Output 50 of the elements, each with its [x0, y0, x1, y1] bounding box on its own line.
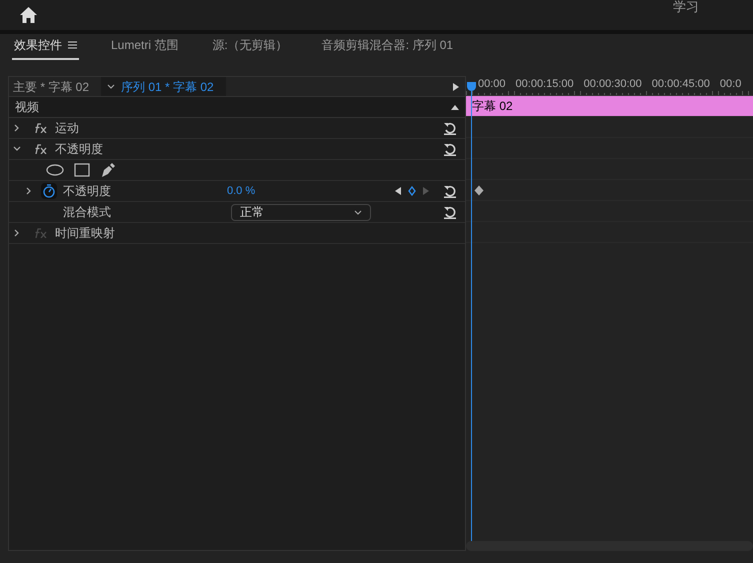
caret-icon [354, 210, 362, 214]
ruler-label: 00:00 [478, 76, 506, 92]
master-clip-label[interactable]: 主要 * 字幕 02 [9, 78, 101, 96]
menu-icon[interactable] [68, 41, 77, 49]
fx-icon[interactable] [33, 123, 47, 133]
reset-icon[interactable] [443, 184, 457, 198]
tab-label: 源:（无剪辑） [212, 37, 288, 54]
reset-icon[interactable] [443, 142, 457, 156]
time-ruler[interactable]: 00:00 00:00:15:00 00:00:30:00 00:00:45:00 00:0 [466, 76, 753, 96]
collapse-icon[interactable] [451, 104, 459, 110]
scroll-bar[interactable] [466, 541, 753, 551]
tab-label: 音频剪辑混合器: 序列 01 [322, 37, 454, 54]
previous-keyframe-icon[interactable] [395, 187, 401, 195]
panel-tab[interactable]: Lumetri 范围 [109, 36, 180, 60]
workspace-tab[interactable]: 学习 [673, 0, 753, 17]
chevron-icon[interactable] [13, 229, 21, 237]
param-name: 混合模式 [63, 204, 112, 221]
ruler-label: 00:00:45:00 [652, 76, 710, 92]
ruler-label: 00:00:15:00 [516, 76, 574, 92]
reset-icon[interactable] [443, 206, 457, 218]
rectangle-mask-icon[interactable] [74, 163, 90, 177]
play-icon[interactable] [453, 82, 459, 90]
add-keyframe-icon[interactable] [407, 186, 417, 196]
chevron-icon[interactable] [13, 124, 21, 132]
clip-bar[interactable]: 字幕 02 [466, 96, 753, 117]
ruler-label: 00:00:30:00 [584, 76, 642, 92]
fx-icon[interactable] [33, 144, 47, 154]
param-name: 不透明度 [63, 183, 112, 200]
reset-icon[interactable] [443, 122, 457, 134]
effect-name: 时间重映射 [55, 225, 115, 242]
tab-label: 效果控件 [14, 37, 62, 54]
ruler-label: 00:0 [720, 76, 742, 92]
playhead-handle[interactable] [467, 82, 476, 91]
chevron-icon[interactable] [13, 145, 21, 153]
stopwatch-icon[interactable] [41, 183, 57, 199]
home-icon[interactable] [20, 7, 37, 23]
section-label: 视频 [15, 99, 39, 116]
panel-tab[interactable]: 源:（无剪辑） [210, 36, 290, 60]
chevron-icon[interactable] [25, 187, 33, 195]
blend-mode-dropdown[interactable]: 正常 [231, 204, 371, 220]
chevron-icon[interactable] [107, 84, 115, 89]
panel-tab[interactable]: 效果控件 [12, 36, 79, 60]
pen-icon[interactable] [100, 162, 116, 178]
effect-name: 不透明度 [55, 141, 103, 158]
keyframe-icon[interactable] [474, 184, 484, 196]
effect-name: 运动 [55, 120, 79, 137]
tab-label: Lumetri 范围 [111, 37, 178, 54]
ellipse-mask-icon[interactable] [46, 164, 64, 176]
panel-tab[interactable]: 音频剪辑混合器: 序列 01 [320, 36, 456, 60]
opacity-value[interactable]: 0.0 % [227, 182, 256, 200]
